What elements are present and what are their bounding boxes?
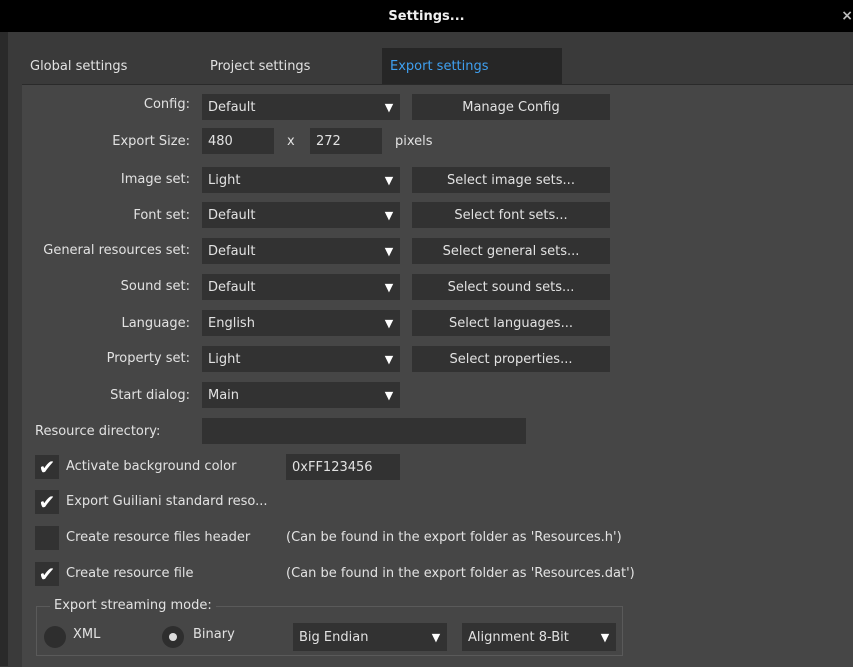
- chevron-down-icon: ▼: [384, 280, 394, 294]
- background-color-label: Activate background color: [66, 459, 237, 474]
- endian-value: Big Endian: [299, 629, 369, 645]
- xml-radio-label: XML: [73, 627, 101, 642]
- start-dialog-label: Start dialog:: [110, 388, 190, 403]
- general-set-value: Default: [208, 243, 256, 259]
- resource-directory-input[interactable]: [202, 418, 526, 444]
- close-icon[interactable]: ×: [841, 8, 853, 24]
- tab-export-settings[interactable]: Export settings: [382, 48, 562, 84]
- font-set-dropdown[interactable]: Default ▼: [202, 202, 400, 228]
- chevron-down-icon: ▼: [384, 352, 394, 366]
- select-general-sets-button[interactable]: Select general sets...: [412, 238, 610, 264]
- select-properties-button[interactable]: Select properties...: [412, 346, 610, 372]
- tab-global-settings[interactable]: Global settings: [22, 48, 202, 84]
- image-set-value: Light: [208, 172, 241, 188]
- config-label: Config:: [143, 97, 190, 112]
- resource-directory-label: Resource directory:: [35, 424, 161, 439]
- export-guiliani-label: Export Guiliani standard reso...: [66, 494, 268, 509]
- chevron-down-icon: ▼: [384, 100, 394, 114]
- title-bar: Settings... ×: [0, 0, 853, 32]
- image-set-dropdown[interactable]: Light ▼: [202, 167, 400, 193]
- select-sound-sets-button[interactable]: Select sound sets...: [412, 274, 610, 300]
- general-set-label: General resources set:: [43, 243, 190, 258]
- chevron-down-icon: ▼: [600, 630, 610, 644]
- chevron-down-icon: ▼: [431, 630, 441, 644]
- language-value: English: [208, 315, 255, 331]
- binary-radio-label: Binary: [193, 627, 235, 642]
- endian-dropdown[interactable]: Big Endian ▼: [293, 623, 447, 651]
- check-icon: ✔: [38, 562, 56, 586]
- select-font-sets-button[interactable]: Select font sets...: [412, 202, 610, 228]
- start-dialog-value: Main: [208, 387, 240, 403]
- sound-set-dropdown[interactable]: Default ▼: [202, 274, 400, 300]
- alignment-dropdown[interactable]: Alignment 8-Bit ▼: [462, 623, 616, 651]
- font-set-label: Font set:: [133, 208, 190, 223]
- export-height-input[interactable]: 272: [310, 128, 382, 154]
- property-set-value: Light: [208, 351, 241, 367]
- xml-radio[interactable]: [44, 626, 66, 648]
- image-set-label: Image set:: [120, 172, 190, 187]
- font-set-value: Default: [208, 207, 256, 223]
- config-value: Default: [208, 99, 256, 115]
- resource-file-label: Create resource file: [66, 566, 194, 581]
- sound-set-value: Default: [208, 279, 256, 295]
- window-border: [0, 32, 8, 666]
- background-color-checkbox[interactable]: ✔: [35, 455, 59, 479]
- chevron-down-icon: ▼: [384, 208, 394, 222]
- tab-bar: Global settings Project settings Export …: [22, 48, 562, 84]
- config-dropdown[interactable]: Default ▼: [202, 94, 400, 120]
- size-unit: pixels: [395, 134, 433, 149]
- select-languages-button[interactable]: Select languages...: [412, 310, 610, 336]
- property-set-label: Property set:: [106, 351, 190, 366]
- resource-file-note: (Can be found in the export folder as 'R…: [286, 566, 635, 581]
- chevron-down-icon: ▼: [384, 173, 394, 187]
- general-set-dropdown[interactable]: Default ▼: [202, 238, 400, 264]
- check-icon: ✔: [38, 490, 56, 514]
- resource-file-checkbox[interactable]: ✔: [35, 562, 59, 586]
- export-size-label: Export Size:: [112, 134, 190, 149]
- streaming-mode-title: Export streaming mode:: [50, 598, 216, 613]
- window-title: Settings...: [388, 8, 465, 24]
- language-label: Language:: [121, 316, 190, 331]
- chevron-down-icon: ▼: [384, 316, 394, 330]
- export-guiliani-checkbox[interactable]: ✔: [35, 490, 59, 514]
- start-dialog-dropdown[interactable]: Main ▼: [202, 382, 400, 408]
- resource-header-checkbox[interactable]: [35, 526, 59, 550]
- select-image-sets-button[interactable]: Select image sets...: [412, 167, 610, 193]
- background-color-input[interactable]: 0xFF123456: [286, 454, 400, 480]
- tab-project-settings[interactable]: Project settings: [202, 48, 382, 84]
- resource-header-label: Create resource files header: [66, 530, 251, 545]
- property-set-dropdown[interactable]: Light ▼: [202, 346, 400, 372]
- export-width-input[interactable]: 480: [202, 128, 274, 154]
- sound-set-label: Sound set:: [120, 279, 190, 294]
- chevron-down-icon: ▼: [384, 244, 394, 258]
- alignment-value: Alignment 8-Bit: [468, 629, 569, 645]
- manage-config-button[interactable]: Manage Config: [412, 94, 610, 120]
- check-icon: ✔: [38, 455, 56, 479]
- binary-radio[interactable]: [162, 626, 184, 648]
- size-separator: x: [287, 134, 295, 149]
- chevron-down-icon: ▼: [384, 388, 394, 402]
- language-dropdown[interactable]: English ▼: [202, 310, 400, 336]
- resource-header-note: (Can be found in the export folder as 'R…: [286, 530, 622, 545]
- radio-selected-dot: [169, 633, 177, 641]
